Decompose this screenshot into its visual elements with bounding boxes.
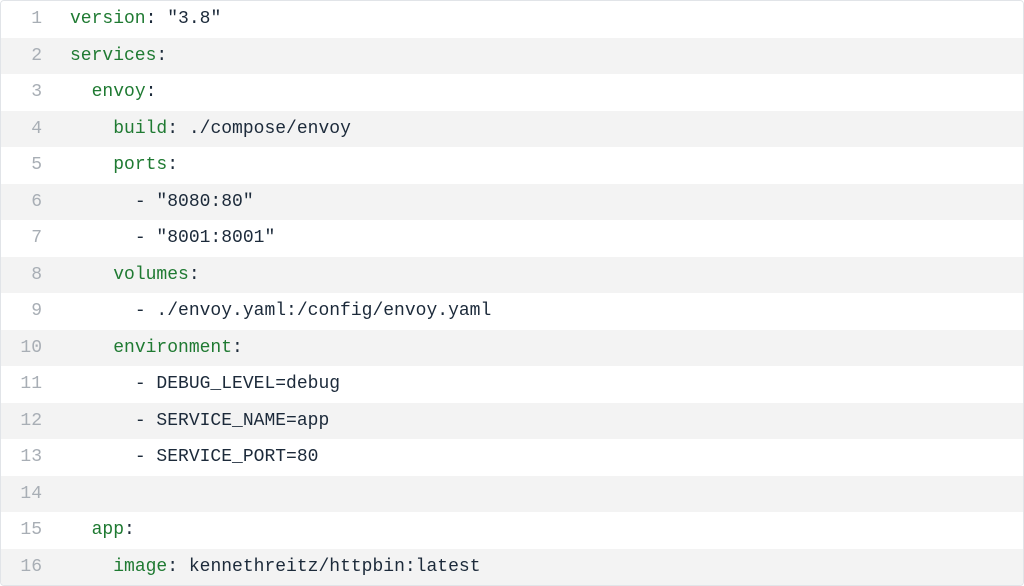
code-block: 1version: "3.8"2services:3 envoy:4 build… — [0, 0, 1024, 586]
code-line: 1version: "3.8" — [1, 1, 1023, 38]
code-line: 4 build: ./compose/envoy — [1, 111, 1023, 148]
code-line: 7 - "8001:8001" — [1, 220, 1023, 257]
yaml-key: app — [92, 520, 124, 540]
code-line: 13 - SERVICE_PORT=80 — [1, 439, 1023, 476]
code-content: image: kennethreitz/httpbin:latest — [56, 557, 1023, 577]
yaml-key: version — [70, 9, 146, 29]
code-line: 16 image: kennethreitz/httpbin:latest — [1, 549, 1023, 586]
code-content: - SERVICE_PORT=80 — [56, 447, 1023, 467]
yaml-value: "8001:8001" — [156, 228, 275, 248]
code-content: ports: — [56, 155, 1023, 175]
code-line: 10 environment: — [1, 330, 1023, 367]
code-line: 6 - "8080:80" — [1, 184, 1023, 221]
yaml-value: ./envoy.yaml:/config/envoy.yaml — [156, 301, 491, 321]
yaml-value: "3.8" — [167, 9, 221, 29]
code-line: 15 app: — [1, 512, 1023, 549]
yaml-key: build — [113, 119, 167, 139]
code-content: - DEBUG_LEVEL=debug — [56, 374, 1023, 394]
code-content: envoy: — [56, 82, 1023, 102]
yaml-key: ports — [113, 155, 167, 175]
line-number: 3 — [1, 82, 56, 102]
code-content: environment: — [56, 338, 1023, 358]
yaml-value: ./compose/envoy — [189, 119, 351, 139]
code-line: 8 volumes: — [1, 257, 1023, 294]
code-content: services: — [56, 46, 1023, 66]
code-line: 14 — [1, 476, 1023, 513]
yaml-key: image — [113, 557, 167, 577]
yaml-value: kennethreitz/httpbin:latest — [189, 557, 481, 577]
yaml-value: SERVICE_NAME=app — [156, 411, 329, 431]
line-number: 15 — [1, 520, 56, 540]
line-number: 16 — [1, 557, 56, 577]
yaml-key: services — [70, 46, 156, 66]
code-content: - "8080:80" — [56, 192, 1023, 212]
code-content: - SERVICE_NAME=app — [56, 411, 1023, 431]
line-number: 4 — [1, 119, 56, 139]
yaml-key: volumes — [113, 265, 189, 285]
code-line: 9 - ./envoy.yaml:/config/envoy.yaml — [1, 293, 1023, 330]
line-number: 14 — [1, 484, 56, 504]
line-number: 8 — [1, 265, 56, 285]
code-line: 11 - DEBUG_LEVEL=debug — [1, 366, 1023, 403]
code-line: 3 envoy: — [1, 74, 1023, 111]
code-line: 5 ports: — [1, 147, 1023, 184]
code-content: version: "3.8" — [56, 9, 1023, 29]
code-content: - ./envoy.yaml:/config/envoy.yaml — [56, 301, 1023, 321]
code-line: 12 - SERVICE_NAME=app — [1, 403, 1023, 440]
code-content: app: — [56, 520, 1023, 540]
yaml-value: "8080:80" — [156, 192, 253, 212]
line-number: 1 — [1, 9, 56, 29]
line-number: 10 — [1, 338, 56, 358]
yaml-key: environment — [113, 338, 232, 358]
code-content: build: ./compose/envoy — [56, 119, 1023, 139]
line-number: 12 — [1, 411, 56, 431]
line-number: 6 — [1, 192, 56, 212]
line-number: 13 — [1, 447, 56, 467]
line-number: 7 — [1, 228, 56, 248]
code-content: volumes: — [56, 265, 1023, 285]
line-number: 11 — [1, 374, 56, 394]
yaml-value: DEBUG_LEVEL=debug — [156, 374, 340, 394]
line-number: 5 — [1, 155, 56, 175]
yaml-value: SERVICE_PORT=80 — [156, 447, 318, 467]
code-content: - "8001:8001" — [56, 228, 1023, 248]
line-number: 2 — [1, 46, 56, 66]
yaml-key: envoy — [92, 82, 146, 102]
line-number: 9 — [1, 301, 56, 321]
code-line: 2services: — [1, 38, 1023, 75]
